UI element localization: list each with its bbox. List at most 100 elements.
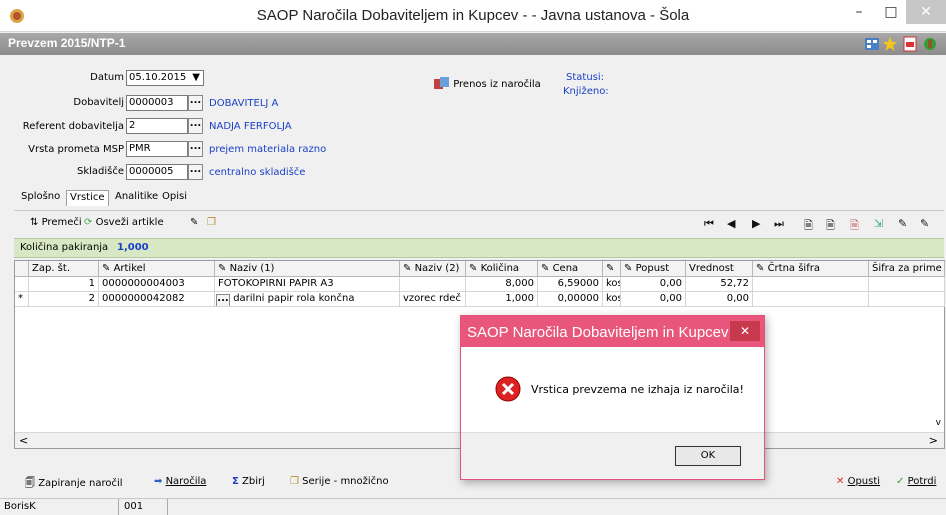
maximize-button[interactable]: □	[876, 0, 906, 24]
cell-crtna-sifra[interactable]	[753, 277, 869, 292]
osvezi-label: Osveži artikle	[95, 217, 164, 228]
header-sifra-za-prime[interactable]: Šifra za prime ^	[869, 261, 945, 277]
delete-document-icon[interactable]: 🗎	[850, 217, 859, 236]
cell-naziv1[interactable]: ... darilni papir rola končna	[215, 292, 400, 307]
cell-vrednost[interactable]: 0,00	[686, 292, 753, 307]
referent-lookup-button[interactable]: ...	[188, 118, 203, 134]
previous-record-icon[interactable]: ◀	[727, 217, 735, 230]
cell-naziv2[interactable]: vzorec rdeč	[400, 292, 466, 307]
cell-cena[interactable]: 0,00000	[538, 292, 603, 307]
cell-vrednost[interactable]: 52,72	[686, 277, 753, 292]
close-button[interactable]: ✕	[906, 0, 946, 24]
pdf-icon[interactable]	[902, 36, 918, 52]
next-record-icon[interactable]: ▶	[752, 217, 760, 230]
zapiranje-label: Zapiranje naročil	[38, 478, 123, 489]
header-zap[interactable]: Zap. št.	[29, 261, 99, 277]
tab-opisi[interactable]: Opisi	[159, 190, 190, 206]
scroll-down-icon[interactable]: v	[936, 418, 941, 428]
cell-enota[interactable]: kos	[603, 277, 621, 292]
scroll-left-icon[interactable]: <	[19, 434, 28, 447]
dropdown-arrow-icon[interactable]: ▼	[192, 72, 200, 84]
tab-analitike[interactable]: Analitike	[112, 190, 161, 206]
dobavitelj-field[interactable]: 0000003	[126, 95, 188, 111]
cell-zap[interactable]: 1	[29, 277, 99, 292]
tab-splosno[interactable]: Splošno	[18, 190, 63, 206]
vrsta-field[interactable]: PMR	[126, 141, 188, 157]
edit-list-icon[interactable]: ✎	[190, 217, 198, 228]
referent-field[interactable]: 2	[126, 118, 188, 134]
header-artikel[interactable]: ✎ Artikel	[99, 261, 215, 277]
ok-button[interactable]: OK	[675, 446, 741, 466]
datum-label: Datum	[90, 72, 124, 83]
scroll-right-icon[interactable]: >	[929, 434, 938, 447]
header-crtna-sifra[interactable]: ✎ Črtna šifra	[753, 261, 869, 277]
vrsta-name: prejem materiala razno	[209, 144, 327, 155]
header-sifra-label: Šifra za prime	[872, 263, 942, 274]
prenos-label: Prenos iz naročila	[453, 79, 541, 90]
cell-artikel[interactable]: 0000000042082	[99, 292, 215, 307]
header-popust[interactable]: ✎ Popust	[621, 261, 686, 277]
cell-zap[interactable]: 2	[29, 292, 99, 307]
star-icon[interactable]	[882, 36, 898, 52]
dobavitelj-lookup-button[interactable]: ...	[188, 95, 203, 111]
status-code: 001	[118, 499, 169, 515]
header-enota[interactable]: ✎	[603, 261, 621, 277]
header-naziv2[interactable]: ✎ Naziv (2)	[400, 261, 466, 277]
error-icon	[495, 376, 521, 402]
close-orders-icon: 🗐	[25, 478, 35, 489]
row-marker: *	[15, 292, 29, 307]
cell-naziv1-text: darilni papir rola končna	[233, 293, 355, 304]
cell-naziv2[interactable]	[400, 277, 466, 292]
zapiranje-button[interactable]: 🗐 Zapiranje naročil	[25, 476, 123, 493]
header-naziv1[interactable]: ✎ Naziv (1)	[215, 261, 400, 277]
osvezi-button[interactable]: ⟳ Osveži artikle	[84, 217, 164, 228]
exit-icon[interactable]	[922, 36, 938, 52]
datum-field[interactable]: 05.10.2015 ▼	[126, 70, 204, 86]
cell-cena[interactable]: 6,59000	[538, 277, 603, 292]
confirm-check-icon: ✓	[896, 476, 905, 487]
prenos-button[interactable]: Prenos iz naročila	[434, 77, 541, 91]
cell-sifra-za-prime[interactable]	[869, 277, 945, 292]
dialog-close-button[interactable]: ✕	[730, 321, 760, 341]
document-header: Prevzem 2015/NTP-1	[0, 33, 946, 55]
artikel-lookup-button[interactable]: ...	[216, 294, 230, 306]
cell-enota[interactable]: kos	[603, 292, 621, 307]
cancel-icon: ✕	[836, 476, 845, 487]
cell-artikel[interactable]: 0000000004003	[99, 277, 215, 292]
header-kolicina[interactable]: ✎ Količina	[466, 261, 538, 277]
settings-edit-icon[interactable]: ✎	[920, 217, 929, 230]
header-vrednost[interactable]: Vrednost	[686, 261, 753, 277]
premeci-button[interactable]: ⇅ Premeči	[30, 217, 82, 228]
zbiri-button[interactable]: Σ Zbirj	[232, 476, 265, 487]
copy-icon[interactable]: ❐	[207, 217, 216, 228]
dialog-title: SAOP Naročila Dobaviteljem in Kupcev	[461, 316, 764, 347]
serije-button[interactable]: ❐ Serije - množično	[290, 476, 389, 487]
minimize-button[interactable]: –	[844, 0, 874, 24]
grid-icon[interactable]	[864, 36, 880, 52]
new-document-icon[interactable]: 🗎	[804, 217, 813, 236]
export-icon[interactable]: ⇲	[874, 217, 883, 230]
skladisce-field[interactable]: 0000005	[126, 164, 188, 180]
serije-label: Serije - množično	[302, 476, 389, 487]
document-icon[interactable]: 🗎	[826, 217, 835, 236]
cell-crtna-sifra[interactable]	[753, 292, 869, 307]
opusti-button[interactable]: ✕ Opusti	[836, 476, 880, 487]
cell-sifra-za-prime[interactable]	[869, 292, 945, 307]
error-dialog: SAOP Naročila Dobaviteljem in Kupcev ✕ V…	[460, 315, 765, 480]
cell-naziv1[interactable]: FOTOKOPIRNI PAPIR A3	[215, 277, 400, 292]
cell-kolicina[interactable]: 1,000	[466, 292, 538, 307]
cell-popust[interactable]: 0,00	[621, 292, 686, 307]
vrsta-lookup-button[interactable]: ...	[188, 141, 203, 157]
potrdi-button[interactable]: ✓ Potrdi	[896, 476, 936, 487]
edit-icon[interactable]: ✎	[898, 217, 907, 230]
cell-popust[interactable]: 0,00	[621, 277, 686, 292]
tab-vrstice[interactable]: Vrstice	[66, 190, 109, 206]
header-artikel-label: Artikel	[113, 263, 146, 274]
opusti-label: Opusti	[847, 476, 881, 487]
narocila-button[interactable]: ➡ Naročila	[154, 476, 206, 487]
skladisce-lookup-button[interactable]: ...	[188, 164, 203, 180]
cell-kolicina[interactable]: 8,000	[466, 277, 538, 292]
first-record-icon[interactable]: ⏮	[704, 217, 714, 231]
last-record-icon[interactable]: ⏭	[774, 217, 784, 231]
header-cena[interactable]: ✎ Cena	[538, 261, 603, 277]
